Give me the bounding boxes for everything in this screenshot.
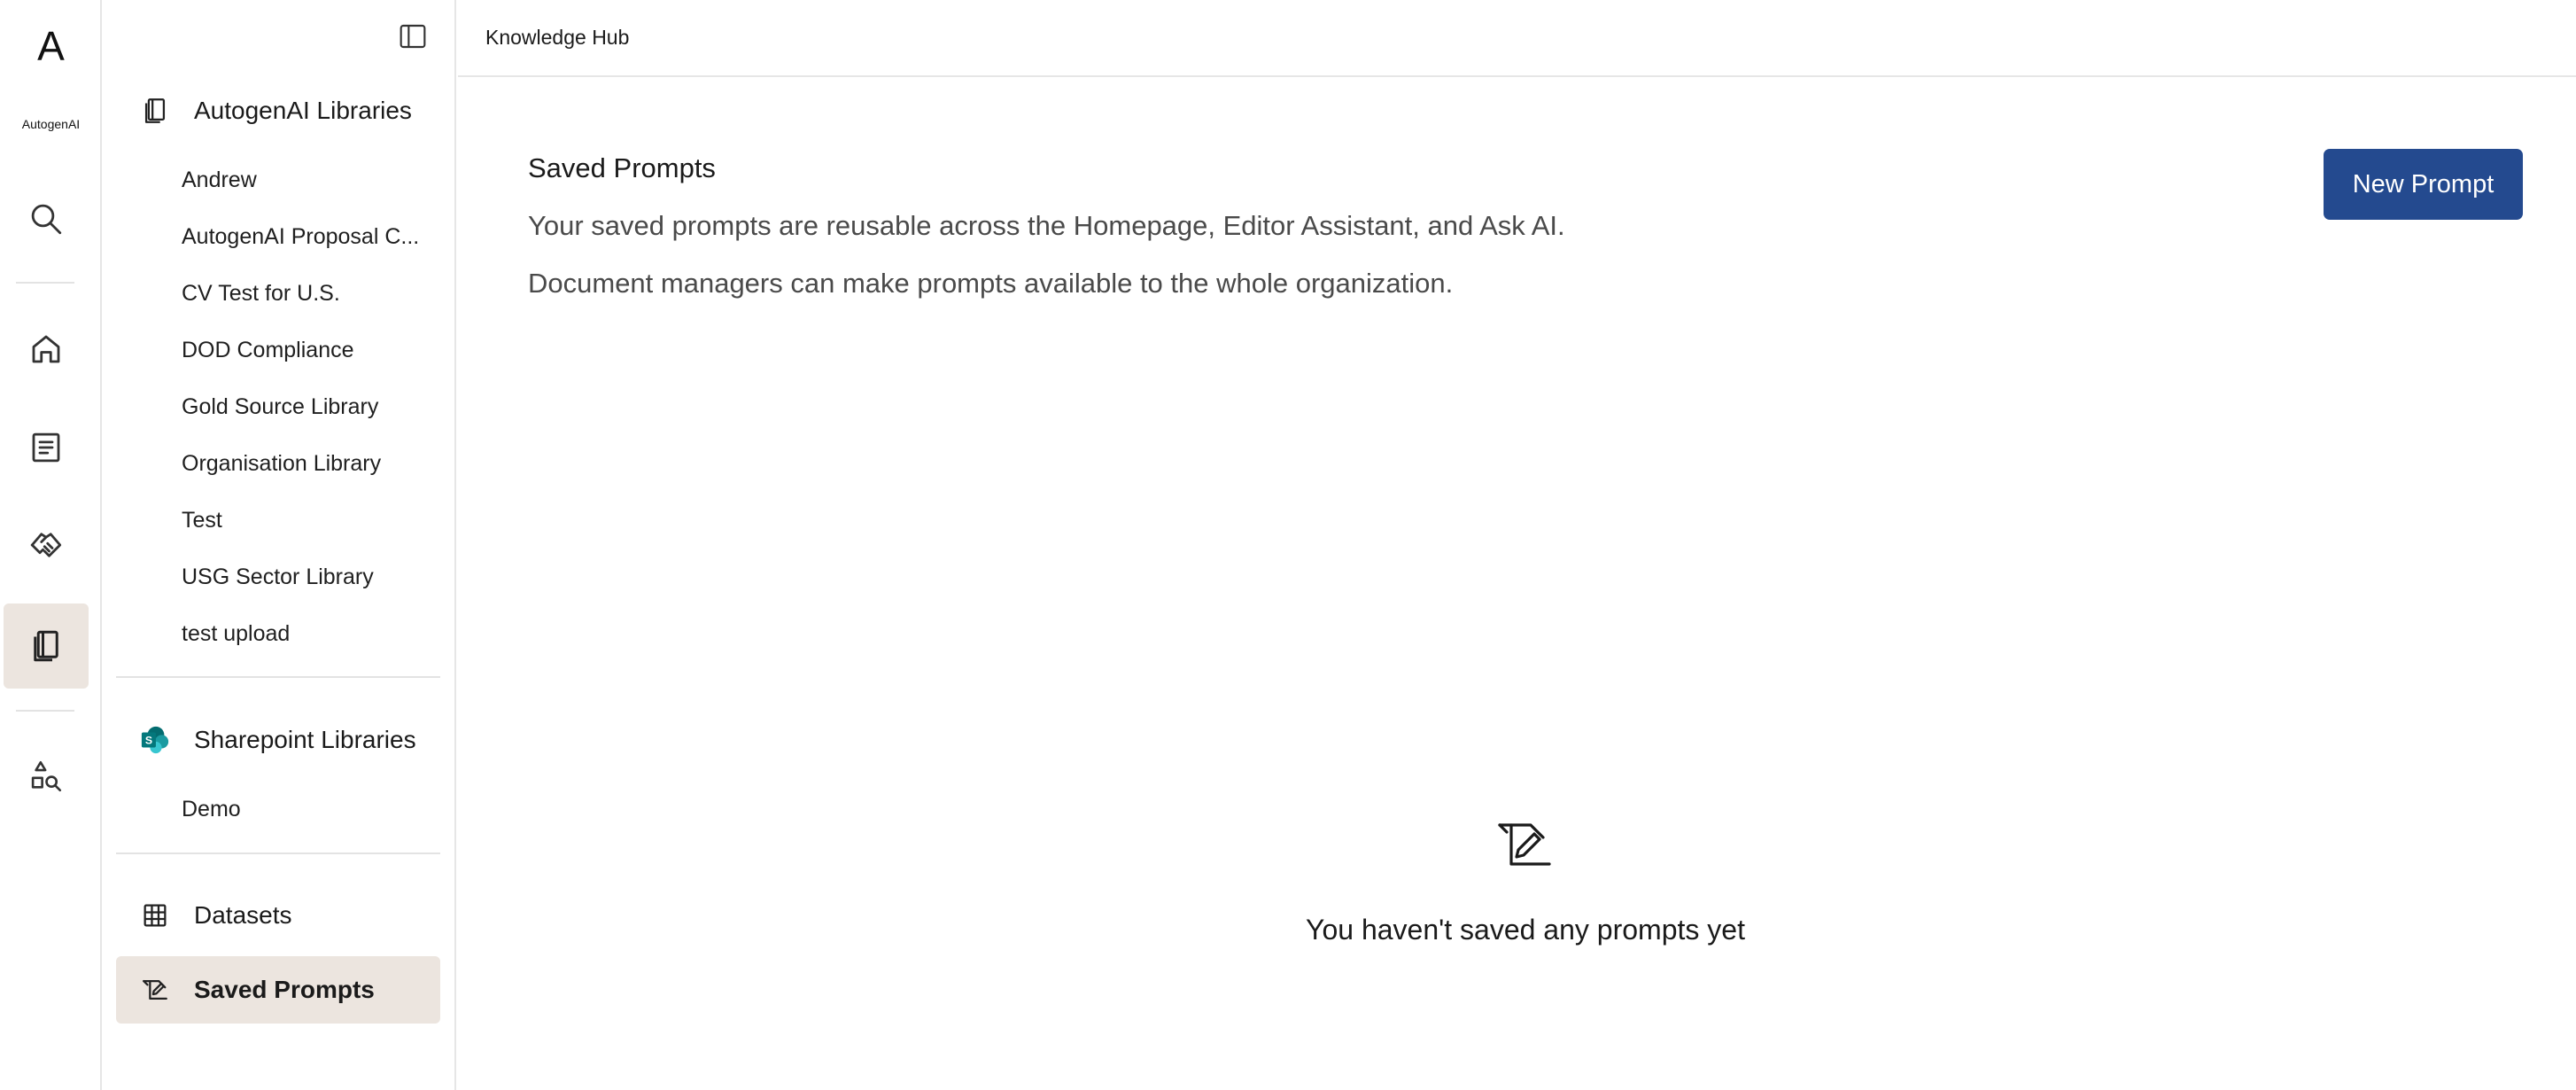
page-description-line-1: Your saved prompts are reusable across t… (528, 210, 1565, 241)
collapse-sidebar-button[interactable] (396, 19, 430, 53)
sidebar-toggle-icon (400, 24, 426, 49)
library-item-usg-sector[interactable]: USG Sector Library (166, 555, 431, 599)
rail-divider (16, 282, 74, 284)
home-icon (32, 335, 60, 363)
sharepoint-libraries-header[interactable]: S Sharepoint Libraries (139, 720, 416, 759)
rail-divider (16, 710, 74, 712)
library-item-test[interactable]: Test (166, 498, 431, 542)
rail-home-button[interactable] (4, 307, 89, 392)
rail-search-button[interactable] (4, 176, 89, 261)
top-bar: Knowledge Hub (458, 0, 2576, 77)
library-item-cv-test[interactable]: CV Test for U.S. (166, 271, 431, 315)
icon-rail: A AutogenAI (0, 0, 102, 1090)
svg-text:S: S (145, 735, 152, 747)
sidebar-divider (116, 853, 440, 854)
page-title: Saved Prompts (528, 152, 716, 183)
nav-datasets-label: Datasets (194, 901, 292, 929)
rail-library-button[interactable] (4, 603, 89, 689)
page-description-line-2: Document managers can make prompts avail… (528, 268, 1454, 299)
sharepoint-item-demo[interactable]: Demo (166, 787, 431, 831)
library-item-organisation[interactable]: Organisation Library (166, 441, 431, 486)
new-prompt-button[interactable]: New Prompt (2324, 149, 2523, 220)
library-item-test-upload[interactable]: test upload (166, 611, 431, 656)
prompt-icon (139, 974, 171, 1006)
document-icon (32, 432, 60, 463)
handshake-icon (30, 533, 62, 557)
sharepoint-libraries-label: Sharepoint Libraries (194, 726, 416, 753)
sharepoint-icon: S (139, 724, 171, 756)
library-item-dod-compliance[interactable]: DOD Compliance (166, 328, 431, 372)
brand-name: AutogenAI (21, 117, 81, 131)
book-icon (139, 95, 171, 127)
empty-prompts-icon (1498, 823, 1551, 866)
library-item-andrew[interactable]: Andrew (166, 158, 431, 202)
autogen-libraries-label: AutogenAI Libraries (194, 97, 412, 124)
header-title: Knowledge Hub (485, 26, 630, 49)
rail-documents-button[interactable] (4, 405, 89, 490)
shapes-search-icon (31, 760, 62, 792)
rail-partners-button[interactable] (4, 502, 89, 588)
library-icon (34, 630, 58, 662)
brand-logo[interactable]: A (0, 19, 102, 73)
rail-explore-button[interactable] (4, 734, 89, 819)
library-item-gold-source[interactable]: Gold Source Library (166, 385, 431, 429)
autogen-libraries-header[interactable]: AutogenAI Libraries (139, 91, 412, 130)
sidebar-divider (116, 676, 440, 678)
empty-state-text: You haven't saved any prompts yet (1306, 914, 1745, 946)
nav-datasets[interactable]: Datasets (116, 882, 440, 949)
library-sidebar: AutogenAI Libraries Andrew AutogenAI Pro… (104, 0, 456, 1090)
library-item-autogenai-proposal[interactable]: AutogenAI Proposal C... (166, 214, 431, 259)
search-icon (31, 204, 62, 235)
table-icon (139, 899, 171, 931)
nav-saved-prompts[interactable]: Saved Prompts (116, 956, 440, 1024)
nav-saved-prompts-label: Saved Prompts (194, 976, 375, 1003)
